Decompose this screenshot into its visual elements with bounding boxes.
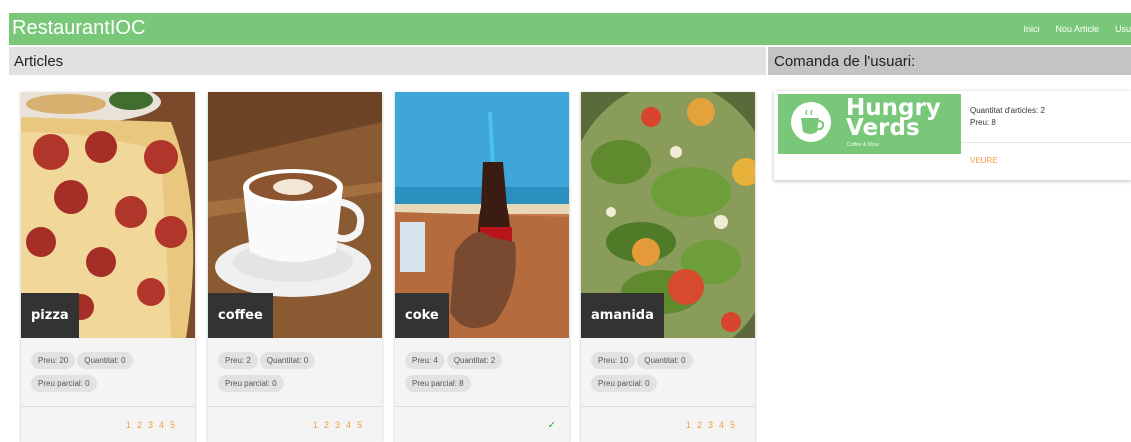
quantity-option-1[interactable]: 1 xyxy=(686,420,691,430)
article-card-coke: coke Preu: 4 Quantitat: 2 Preu parcial: 8… xyxy=(395,92,569,442)
order-card: Hungry Verds Coffee & More Quantitat d'a… xyxy=(774,91,1131,180)
quantity-option-5[interactable]: 5 xyxy=(730,420,735,430)
partial-price-chip: Preu parcial: 0 xyxy=(31,375,97,392)
card-title: amanida xyxy=(581,293,664,338)
top-navbar: RestaurantIOC Inici Nou Article Usu xyxy=(9,13,1131,45)
quantity-chip: Quantitat: 0 xyxy=(77,352,133,369)
partial-price-chip: Preu parcial: 0 xyxy=(591,375,657,392)
order-price: Preu: 8 xyxy=(970,118,996,127)
card-divider xyxy=(395,406,569,407)
order-summary: Quantitat d'articles: 2 Preu: 8 xyxy=(970,105,1045,129)
quantity-selector: 12345 xyxy=(680,420,735,430)
quantity-option-2[interactable]: 2 xyxy=(137,420,142,430)
nav-item-usuari[interactable]: Usu xyxy=(1115,24,1131,34)
card-chips: Preu: 10 Quantitat: 0 Preu parcial: 0 xyxy=(591,350,751,396)
order-divider xyxy=(961,142,1131,143)
quantity-option-2[interactable]: 2 xyxy=(697,420,702,430)
order-title: Comanda de l'usuari: xyxy=(774,53,916,70)
restaurant-logo: Hungry Verds Coffee & More xyxy=(778,94,961,154)
card-chips: Preu: 2 Quantitat: 0 Preu parcial: 0 xyxy=(218,350,378,396)
quantity-option-4[interactable]: 4 xyxy=(159,420,164,430)
quantity-option-3[interactable]: 3 xyxy=(148,420,153,430)
quantity-option-5[interactable]: 5 xyxy=(357,420,362,430)
card-title: coke xyxy=(395,293,449,338)
logo-line-2: Verds xyxy=(846,115,920,141)
price-chip: Preu: 2 xyxy=(218,352,258,369)
quantity-chip: Quantitat: 2 xyxy=(446,352,503,369)
price-chip: Preu: 4 xyxy=(405,352,445,369)
nav-menu: Inici Nou Article Usu xyxy=(1023,13,1131,45)
card-title: pizza xyxy=(21,293,79,338)
order-header: Comanda de l'usuari: xyxy=(768,47,1131,75)
card-divider xyxy=(208,406,382,407)
card-chips: Preu: 20 Quantitat: 0 Preu parcial: 0 xyxy=(31,350,191,396)
coffee-cup-icon xyxy=(791,102,831,142)
article-card-coffee: coffee Preu: 2 Quantitat: 0 Preu parcial:… xyxy=(208,92,382,442)
quantity-selector: 12345 xyxy=(307,420,362,430)
card-divider xyxy=(21,406,195,407)
article-card-amanida: amanida Preu: 10 Quantitat: 0 Preu parcia… xyxy=(581,92,755,442)
quantity-option-2[interactable]: 2 xyxy=(324,420,329,430)
app-brand[interactable]: RestaurantIOC xyxy=(12,17,145,40)
view-order-link[interactable]: VEURE xyxy=(970,156,998,165)
quantity-selector: 12345 xyxy=(120,420,175,430)
quantity-chip: Quantitat: 0 xyxy=(637,352,693,369)
logo-subtitle: Coffee & More xyxy=(847,142,880,148)
articles-header: Articles xyxy=(9,47,766,75)
quantity-option-1[interactable]: 1 xyxy=(313,420,318,430)
partial-price-chip: Preu parcial: 0 xyxy=(218,375,284,392)
logo-text: Hungry Verds xyxy=(846,97,941,141)
card-chips: Preu: 4 Quantitat: 2 Preu parcial: 8 xyxy=(405,350,565,396)
article-card-pizza: pizza Preu: 20 Quantitat: 0 Preu parcial:… xyxy=(21,92,195,442)
quantity-option-1[interactable]: 1 xyxy=(126,420,131,430)
quantity-option-5[interactable]: 5 xyxy=(170,420,175,430)
price-chip: Preu: 20 xyxy=(31,352,76,369)
quantity-option-4[interactable]: 4 xyxy=(719,420,724,430)
price-chip: Preu: 10 xyxy=(591,352,636,369)
order-items-count: Quantitat d'articles: 2 xyxy=(970,106,1045,115)
check-icon[interactable]: ✓ xyxy=(548,420,556,431)
quantity-option-3[interactable]: 3 xyxy=(708,420,713,430)
quantity-chip: Quantitat: 0 xyxy=(259,352,316,369)
card-divider xyxy=(581,406,755,407)
nav-item-inici[interactable]: Inici xyxy=(1023,24,1039,34)
partial-price-chip: Preu parcial: 8 xyxy=(405,375,471,392)
articles-title: Articles xyxy=(14,53,64,70)
quantity-option-4[interactable]: 4 xyxy=(346,420,351,430)
nav-item-nou-article[interactable]: Nou Article xyxy=(1055,24,1099,34)
card-title: coffee xyxy=(208,293,273,338)
quantity-option-3[interactable]: 3 xyxy=(335,420,340,430)
